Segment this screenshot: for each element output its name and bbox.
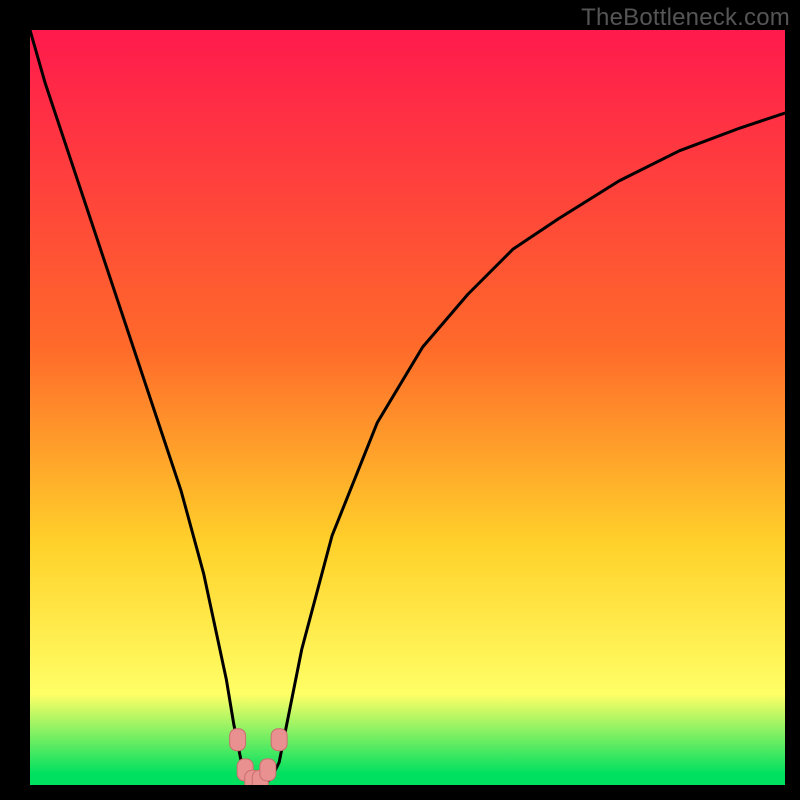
- chart-frame: TheBottleneck.com: [0, 0, 800, 800]
- attribution-text: TheBottleneck.com: [581, 4, 790, 32]
- chart-background: [30, 30, 785, 785]
- curve-marker: [271, 729, 287, 751]
- curve-marker: [260, 759, 276, 781]
- curve-marker: [230, 729, 246, 751]
- chart-svg: [30, 30, 785, 785]
- chart-plot-area: [30, 30, 785, 785]
